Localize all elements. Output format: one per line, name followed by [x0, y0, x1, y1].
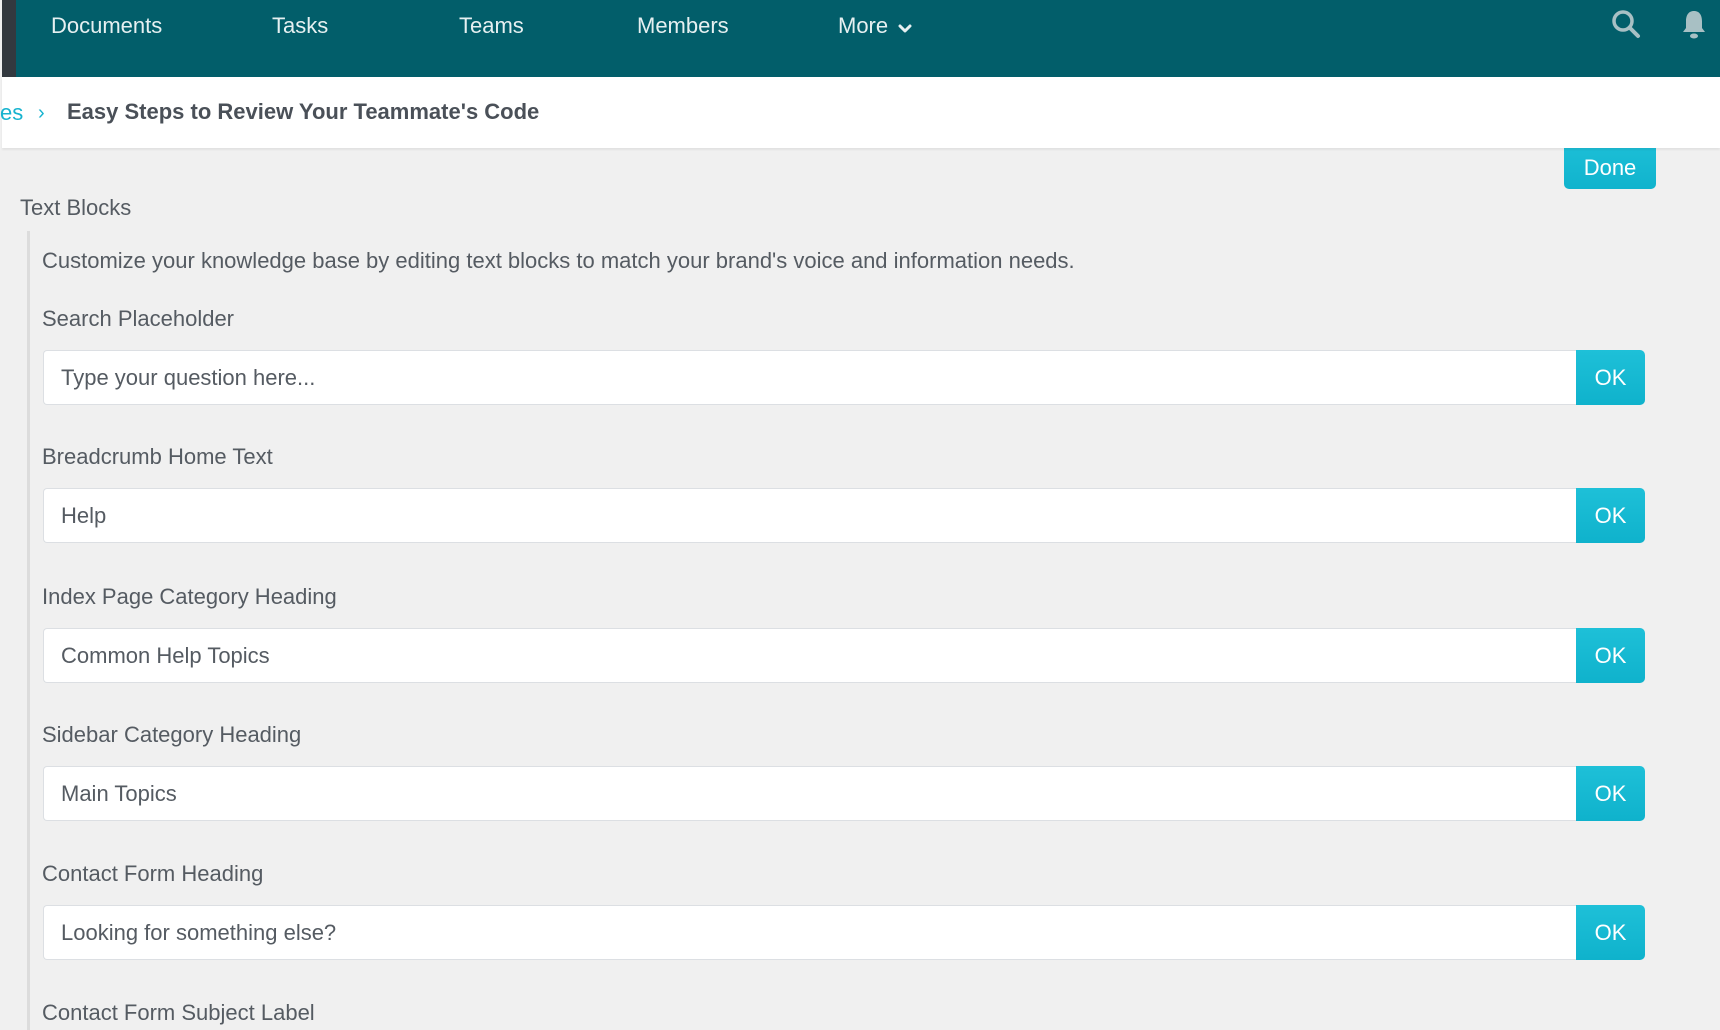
- nav-members[interactable]: Members: [637, 12, 729, 40]
- top-navigation-bar: Documents Tasks Teams Members More: [2, 0, 1720, 77]
- breadcrumb-separator-icon: ›: [38, 102, 45, 124]
- nav-documents[interactable]: Documents: [51, 12, 162, 40]
- index-page-category-heading-input[interactable]: [43, 628, 1577, 683]
- sidebar-edge: [2, 0, 16, 77]
- search-icon[interactable]: [1610, 8, 1642, 40]
- breadcrumb: es › Easy Steps to Review Your Teammate'…: [0, 77, 1720, 148]
- field-label-index-page-category-heading: Index Page Category Heading: [42, 584, 337, 609]
- bell-icon[interactable]: [1678, 8, 1710, 40]
- breadcrumb-parent-link[interactable]: es: [0, 99, 23, 127]
- search-placeholder-ok-button[interactable]: OK: [1576, 350, 1645, 405]
- breadcrumb-home-text-input[interactable]: [43, 488, 1577, 543]
- field-label-contact-form-heading: Contact Form Heading: [42, 861, 264, 886]
- nav-more[interactable]: More: [838, 12, 912, 41]
- nav-tasks[interactable]: Tasks: [272, 12, 328, 40]
- field-label-contact-form-subject-label: Contact Form Subject Label: [42, 1000, 315, 1025]
- field-label-search-placeholder: Search Placeholder: [42, 306, 235, 331]
- index-page-category-heading-ok-button[interactable]: OK: [1576, 628, 1645, 683]
- contact-form-heading-input[interactable]: [43, 905, 1577, 960]
- sidebar-category-heading-ok-button[interactable]: OK: [1576, 766, 1645, 821]
- field-label-breadcrumb-home-text: Breadcrumb Home Text: [42, 444, 273, 469]
- nav-teams[interactable]: Teams: [459, 12, 524, 40]
- section-divider: [27, 231, 30, 1030]
- field-label-sidebar-category-heading: Sidebar Category Heading: [42, 722, 302, 747]
- page-title: Easy Steps to Review Your Teammate's Cod…: [67, 99, 540, 124]
- section-title: Text Blocks: [20, 195, 132, 220]
- contact-form-heading-ok-button[interactable]: OK: [1576, 905, 1645, 960]
- breadcrumb-home-text-ok-button[interactable]: OK: [1576, 488, 1645, 543]
- sidebar-category-heading-input[interactable]: [43, 766, 1577, 821]
- chevron-down-icon: [898, 13, 912, 41]
- nav-more-label: More: [838, 13, 889, 38]
- search-placeholder-input[interactable]: [43, 350, 1577, 405]
- section-description: Customize your knowledge base by editing…: [42, 248, 1075, 273]
